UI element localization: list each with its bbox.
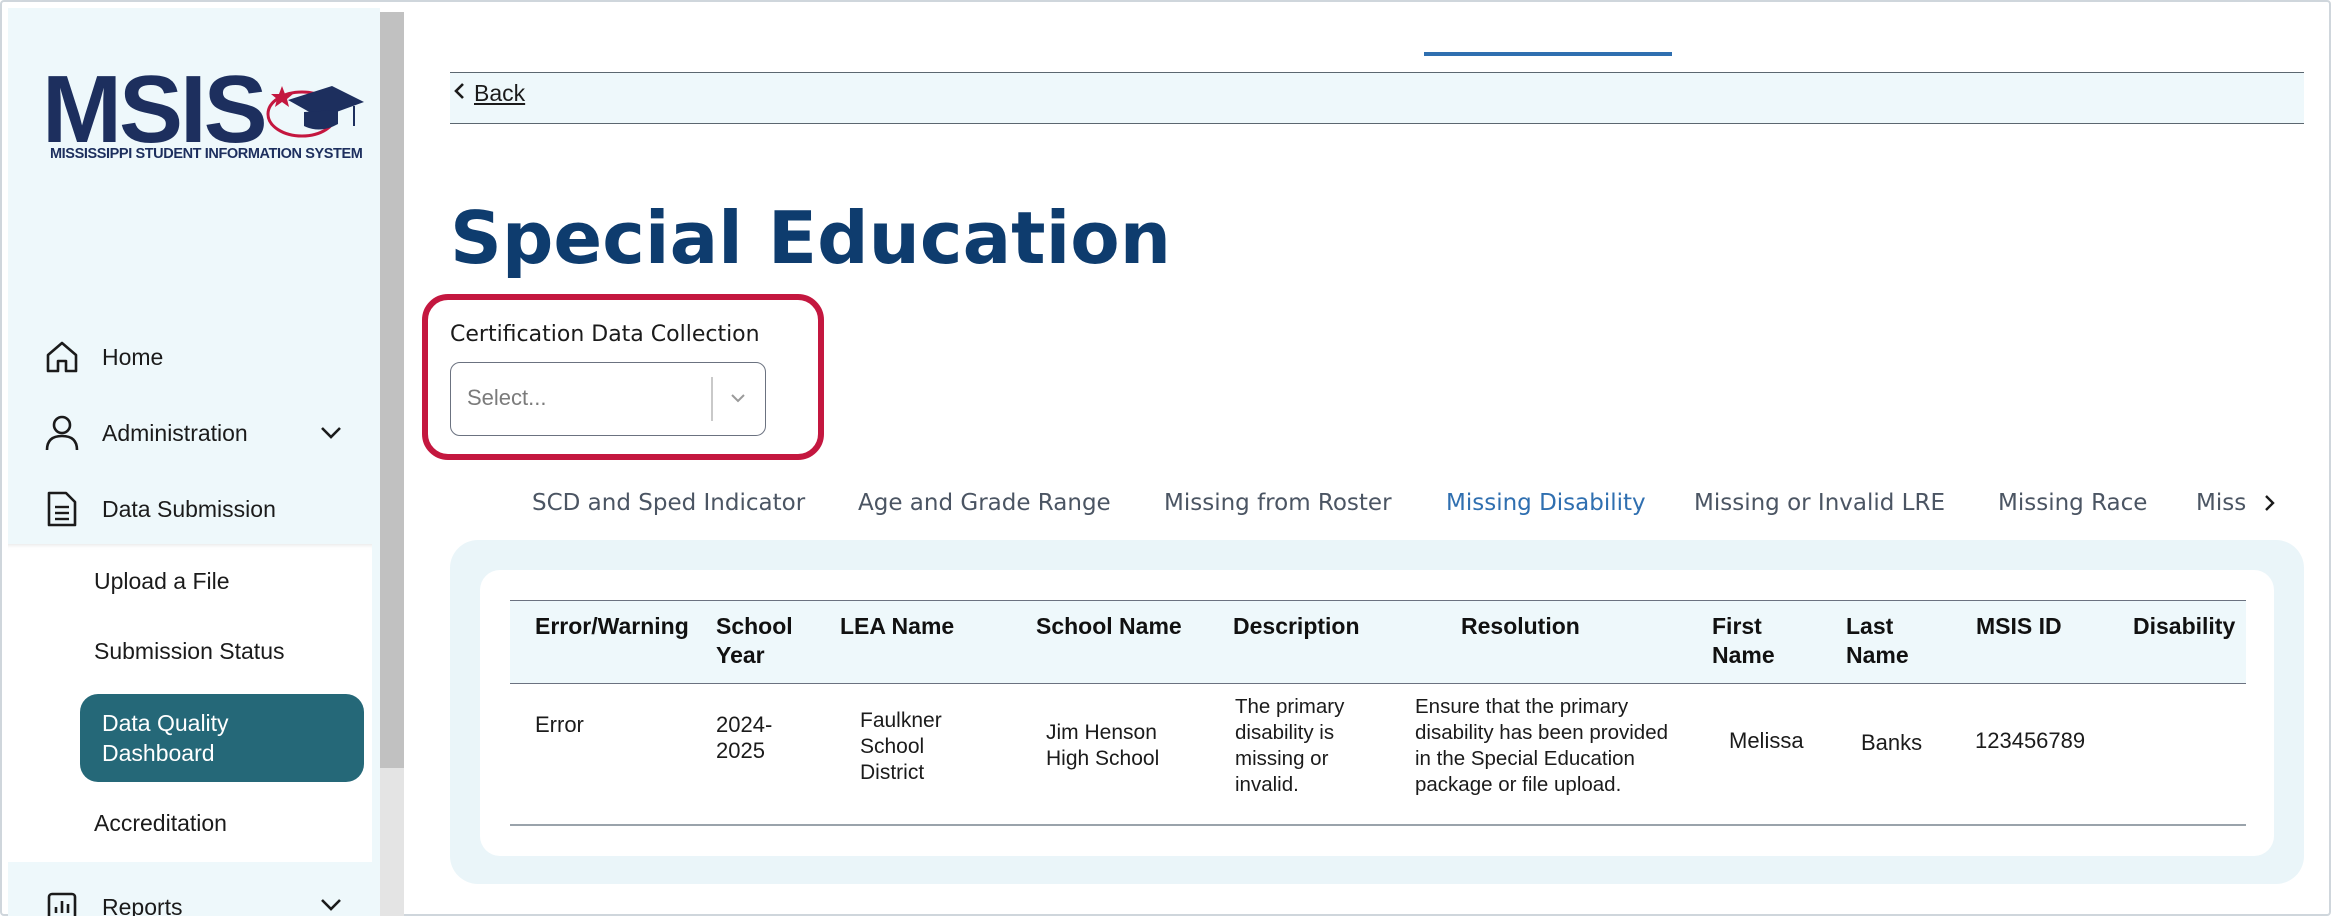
page-title: Special Education <box>450 196 1171 280</box>
cell-line: District <box>860 761 925 784</box>
tab-bar: SCD and Sped Indicator Age and Grade Ran… <box>532 484 2292 540</box>
header-line: Name <box>1712 642 1775 668</box>
back-link-label[interactable]: Back <box>474 80 525 107</box>
cell-line: High School <box>1046 747 1160 770</box>
column-header-first-name[interactable]: First Name <box>1712 612 1775 670</box>
tab-missing-race[interactable]: Missing Race <box>1998 490 2147 516</box>
chevron-down-icon[interactable] <box>727 387 749 413</box>
sidebar-item-label: Administration <box>102 419 248 446</box>
tab-missing-disability[interactable]: Missing Disability <box>1446 490 1646 516</box>
table-row-divider <box>510 824 2246 826</box>
cell-line: Jim Henson <box>1046 721 1157 744</box>
column-header-school-name[interactable]: School Name <box>1036 612 1182 641</box>
cell-school-name: Jim Henson High School <box>1046 720 1159 772</box>
column-header-school-year[interactable]: School Year <box>716 612 793 670</box>
tab-scd-and-sped-indicator[interactable]: SCD and Sped Indicator <box>532 490 805 516</box>
logo-wordmark: MSIS <box>42 56 268 163</box>
select-placeholder: Select... <box>467 385 547 410</box>
sidebar-item-data-submission[interactable]: Data Submission <box>42 484 276 534</box>
document-icon <box>42 489 82 529</box>
cell-line: School <box>860 735 925 758</box>
back-bar <box>450 72 2304 124</box>
chevron-down-icon[interactable] <box>318 420 344 450</box>
sidebar-item-home[interactable]: Home <box>42 332 163 382</box>
user-icon <box>42 413 82 453</box>
cell-msis-id: 123456789 <box>1975 728 2086 753</box>
cell-line: disability has been provided <box>1415 721 1668 744</box>
chevron-right-icon[interactable] <box>2262 492 2278 518</box>
certification-data-collection-select[interactable]: Select... <box>450 362 766 436</box>
cell-line: Faulkner <box>860 709 942 732</box>
cell-line: invalid. <box>1235 773 1299 796</box>
bar-chart-icon <box>42 887 82 916</box>
msis-logo[interactable]: MSIS MISSISSIPPI STUDENT INFORMATION SYS… <box>42 56 364 172</box>
cell-line: 2025 <box>716 738 765 763</box>
select-separator <box>711 377 713 421</box>
tab-missing-from-roster[interactable]: Missing from Roster <box>1164 490 1392 516</box>
logo-subtitle: MISSISSIPPI STUDENT INFORMATION SYSTEM <box>50 146 363 162</box>
header-line: Name <box>1846 642 1909 668</box>
chevron-left-icon <box>452 80 466 107</box>
column-header-lea-name[interactable]: LEA Name <box>840 612 954 641</box>
select-label: Certification Data Collection <box>450 322 760 347</box>
column-header-msis-id[interactable]: MSIS ID <box>1976 612 2062 641</box>
column-header-resolution[interactable]: Resolution <box>1461 612 1580 641</box>
submenu-item-accreditation[interactable]: Accreditation <box>94 810 227 837</box>
cell-line: 2024- <box>716 712 773 737</box>
sidebar-item-label: Data Submission <box>102 495 276 522</box>
cell-resolution: Ensure that the primary disability has b… <box>1415 694 1668 798</box>
cell-error: Error <box>535 712 584 737</box>
cell-line: missing or <box>1235 747 1329 770</box>
graduation-cap-icon <box>258 74 368 148</box>
column-header-last-name[interactable]: Last Name <box>1846 612 1909 670</box>
home-icon <box>42 337 82 377</box>
tab-missing-or-invalid-lre[interactable]: Missing or Invalid LRE <box>1694 490 1945 516</box>
submenu-item-submission-status[interactable]: Submission Status <box>94 638 284 665</box>
cell-lea-name: Faulkner School District <box>860 708 942 786</box>
column-header-description[interactable]: Description <box>1233 612 1360 641</box>
column-header-disability[interactable]: Disability <box>2133 612 2235 641</box>
cell-school-year: 2024- 2025 <box>716 712 772 764</box>
sidebar-item-administration[interactable]: Administration <box>42 408 248 458</box>
sidebar-item-label: Reports <box>102 893 183 916</box>
cell-last-name: Banks <box>1861 730 1923 755</box>
submenu-item-label: Data Quality Dashboard <box>102 710 229 766</box>
header-line: Last <box>1846 613 1894 639</box>
header-line: Year <box>716 642 765 668</box>
cell-line: disability is <box>1235 721 1335 744</box>
cell-line: package or file upload. <box>1415 773 1622 796</box>
chevron-down-icon[interactable] <box>318 894 344 916</box>
back-link[interactable]: Back <box>452 80 525 107</box>
tab-age-and-grade-range[interactable]: Age and Grade Range <box>858 490 1111 516</box>
submenu-item-data-quality-dashboard[interactable]: Data Quality Dashboard <box>80 694 364 782</box>
column-header-error-warning[interactable]: Error/Warning <box>535 612 689 641</box>
submenu-item-upload-a-file[interactable]: Upload a File <box>94 568 230 595</box>
tab-miss[interactable]: Miss <box>2196 490 2246 516</box>
sidebar-item-reports[interactable]: Reports <box>42 882 183 916</box>
cell-description: The primary disability is missing or inv… <box>1235 694 1344 798</box>
scrollbar-thumb[interactable] <box>380 12 404 768</box>
cell-line: in the Special Education <box>1415 747 1635 770</box>
cell-line: The primary <box>1235 695 1345 718</box>
sidebar-scrollbar[interactable] <box>380 12 404 916</box>
cell-line: Ensure that the primary <box>1415 695 1629 718</box>
sidebar-item-label: Home <box>102 343 164 370</box>
header-line: School <box>716 613 793 639</box>
cell-first-name: Melissa <box>1729 728 1804 753</box>
header-line: First <box>1712 613 1762 639</box>
active-tab-indicator <box>1424 52 1672 56</box>
